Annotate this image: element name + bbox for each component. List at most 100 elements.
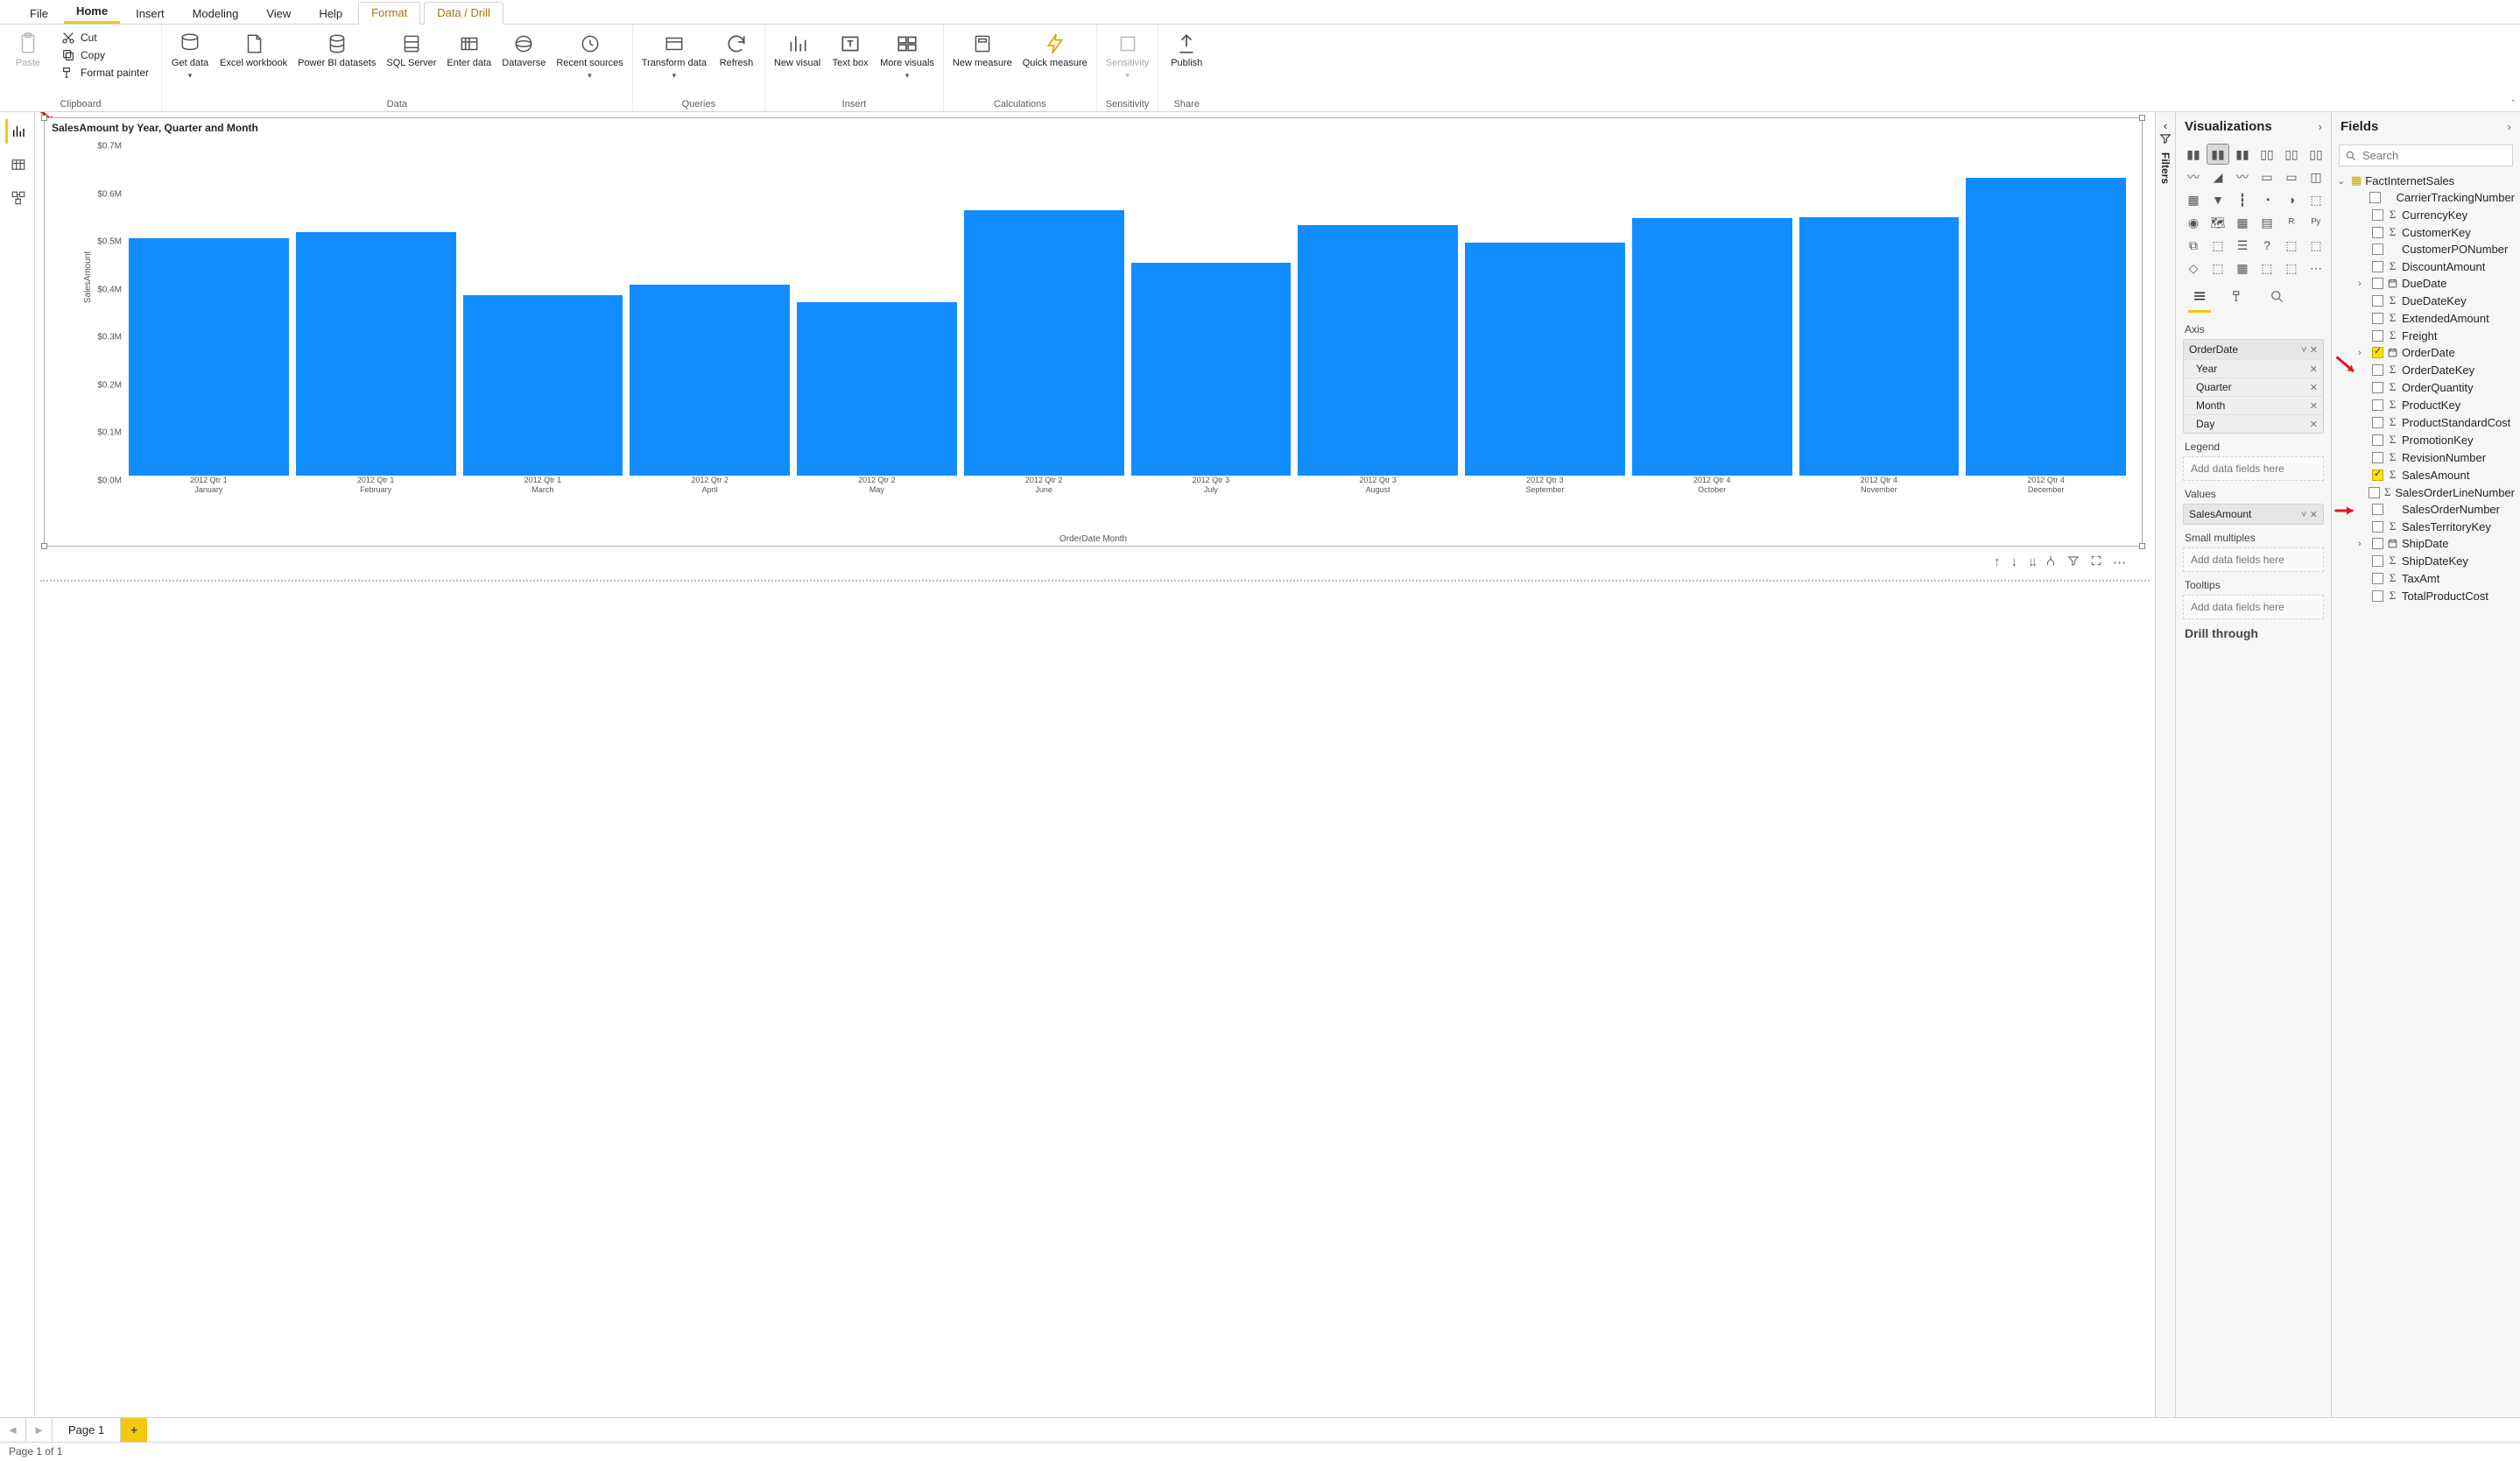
field-checkbox[interactable] xyxy=(2372,209,2383,221)
viz-type-button[interactable]: ┇ xyxy=(2232,190,2253,209)
bar[interactable] xyxy=(1799,217,1960,476)
remove-item-icon[interactable]: ✕ xyxy=(2310,382,2318,393)
field-checkbox[interactable] xyxy=(2372,573,2383,584)
drill-up-icon[interactable]: ↑ xyxy=(1994,554,2001,570)
field-checkbox[interactable] xyxy=(2372,521,2383,533)
context-menu-format[interactable]: Format xyxy=(358,2,420,25)
field-checkbox[interactable] xyxy=(2372,504,2383,515)
excel-button[interactable]: Excel workbook xyxy=(216,28,291,69)
add-page-button[interactable]: + xyxy=(121,1418,147,1442)
field-item[interactable]: ΣTotalProductCost xyxy=(2332,587,2520,604)
get-data-button[interactable]: Get data▾ xyxy=(167,28,213,80)
expand-all-icon[interactable]: ↓↓ xyxy=(2028,554,2034,570)
field-checkbox[interactable] xyxy=(2372,399,2383,411)
field-checkbox[interactable] xyxy=(2372,313,2383,324)
viz-type-button[interactable]: ▦ xyxy=(2183,190,2204,209)
field-checkbox[interactable] xyxy=(2372,469,2383,481)
viz-type-button[interactable]: ⬚ xyxy=(2256,258,2277,278)
bar[interactable] xyxy=(1298,225,1458,476)
field-checkbox[interactable] xyxy=(2372,590,2383,602)
expand-hierarchy-icon[interactable] xyxy=(2045,554,2057,570)
viz-type-button[interactable]: 〰 xyxy=(2232,167,2253,187)
viz-type-button[interactable]: ⬚ xyxy=(2305,236,2326,255)
field-item[interactable]: ΣExtendedAmount xyxy=(2332,309,2520,327)
bar[interactable] xyxy=(296,232,456,476)
field-item[interactable]: CarrierTrackingNumber xyxy=(2332,189,2520,206)
axis-hierarchy-item[interactable]: Year✕ xyxy=(2184,359,2323,378)
menu-insert[interactable]: Insert xyxy=(123,4,177,24)
viz-type-button[interactable]: ⋯ xyxy=(2305,258,2326,278)
report-view-button[interactable] xyxy=(5,119,30,144)
axis-hierarchy-item[interactable]: Quarter✕ xyxy=(2184,378,2323,396)
page-prev-button[interactable]: ◄ xyxy=(0,1418,26,1442)
remove-item-icon[interactable]: ✕ xyxy=(2310,400,2318,412)
viz-type-button[interactable]: 🗺 xyxy=(2207,213,2228,232)
bar[interactable] xyxy=(1632,218,1792,476)
remove-item-icon[interactable]: ✕ xyxy=(2310,419,2318,430)
field-item[interactable]: ΣProductStandardCost xyxy=(2332,413,2520,431)
bar[interactable] xyxy=(463,295,623,476)
viz-type-button[interactable]: ◢ xyxy=(2207,167,2228,187)
field-checkbox[interactable] xyxy=(2372,244,2383,255)
field-item[interactable]: ΣCurrencyKey xyxy=(2332,206,2520,223)
viz-type-button[interactable]: ▮▮ xyxy=(2183,145,2204,164)
field-item[interactable]: ΣTaxAmt xyxy=(2332,569,2520,587)
viz-type-button[interactable]: ▮▮ xyxy=(2207,145,2228,164)
more-visuals-button[interactable]: More visuals▾ xyxy=(876,28,938,80)
field-item[interactable]: ΣShipDateKey xyxy=(2332,552,2520,569)
field-item[interactable]: ›ShipDate xyxy=(2332,535,2520,552)
fields-search-input[interactable]: Search xyxy=(2339,145,2513,166)
field-checkbox[interactable] xyxy=(2372,382,2383,393)
field-checkbox[interactable] xyxy=(2372,261,2383,272)
viz-type-button[interactable]: ◑ xyxy=(2281,190,2302,209)
menu-file[interactable]: File xyxy=(18,4,60,24)
viz-type-button[interactable]: ? xyxy=(2256,236,2277,255)
fields-tab[interactable] xyxy=(2188,288,2211,313)
filter-icon[interactable] xyxy=(2067,554,2080,570)
viz-type-button[interactable]: ⬚ xyxy=(2281,258,2302,278)
viz-type-button[interactable]: ▭ xyxy=(2256,167,2277,187)
menu-view[interactable]: View xyxy=(254,4,303,24)
remove-field-icon[interactable]: ✕ xyxy=(2310,510,2318,520)
focus-mode-icon[interactable] xyxy=(2090,554,2102,570)
viz-type-button[interactable]: ▤ xyxy=(2256,213,2277,232)
page-next-button[interactable]: ► xyxy=(26,1418,53,1442)
copy-button[interactable]: Copy xyxy=(58,47,152,63)
filters-pane-toggle[interactable]: ‹ Filters xyxy=(2155,112,2176,1417)
tooltips-well[interactable]: Add data fields here xyxy=(2183,595,2324,619)
recent-sources-button[interactable]: Recent sources▾ xyxy=(553,28,626,80)
dataverse-button[interactable]: Dataverse xyxy=(498,28,549,69)
field-item[interactable]: ΣDueDateKey xyxy=(2332,292,2520,309)
pbi-datasets-button[interactable]: Power BI datasets xyxy=(294,28,379,69)
field-checkbox[interactable] xyxy=(2372,330,2383,342)
field-checkbox[interactable] xyxy=(2372,434,2383,446)
format-tab[interactable] xyxy=(2227,288,2249,313)
report-canvas[interactable]: SalesAmount by Year, Quarter and Month S… xyxy=(35,112,2155,1417)
viz-type-button[interactable]: ⬚ xyxy=(2207,258,2228,278)
paste-button[interactable]: Paste xyxy=(5,28,51,69)
viz-type-button[interactable]: 〰 xyxy=(2183,167,2204,187)
field-item[interactable]: ΣFreight xyxy=(2332,327,2520,344)
bar[interactable] xyxy=(1131,263,1292,476)
field-item[interactable]: ΣPromotionKey xyxy=(2332,431,2520,448)
viz-type-button[interactable]: ᴿ xyxy=(2281,213,2302,232)
collapse-fields-pane-icon[interactable]: › xyxy=(2508,120,2511,133)
transform-data-button[interactable]: Transform data▾ xyxy=(638,28,710,80)
collapse-vis-pane-icon[interactable]: › xyxy=(2319,120,2322,133)
format-painter-button[interactable]: Format painter xyxy=(58,65,152,81)
bar[interactable] xyxy=(797,302,957,476)
field-checkbox[interactable] xyxy=(2372,364,2383,376)
field-checkbox[interactable] xyxy=(2372,347,2383,358)
viz-type-button[interactable]: ☰ xyxy=(2232,236,2253,255)
enter-data-button[interactable]: Enter data xyxy=(443,28,495,69)
text-box-button[interactable]: Text box xyxy=(827,28,873,69)
bar[interactable] xyxy=(630,285,790,476)
drill-down-icon[interactable]: ↓ xyxy=(2011,554,2018,570)
field-checkbox[interactable] xyxy=(2372,227,2383,238)
viz-type-button[interactable]: ▦ xyxy=(2232,213,2253,232)
publish-button[interactable]: Publish xyxy=(1164,28,1209,69)
model-view-button[interactable] xyxy=(5,186,30,210)
viz-type-button[interactable]: ▯▯ xyxy=(2305,145,2326,164)
bar[interactable] xyxy=(129,238,289,476)
field-item[interactable]: ΣCustomerKey xyxy=(2332,223,2520,241)
